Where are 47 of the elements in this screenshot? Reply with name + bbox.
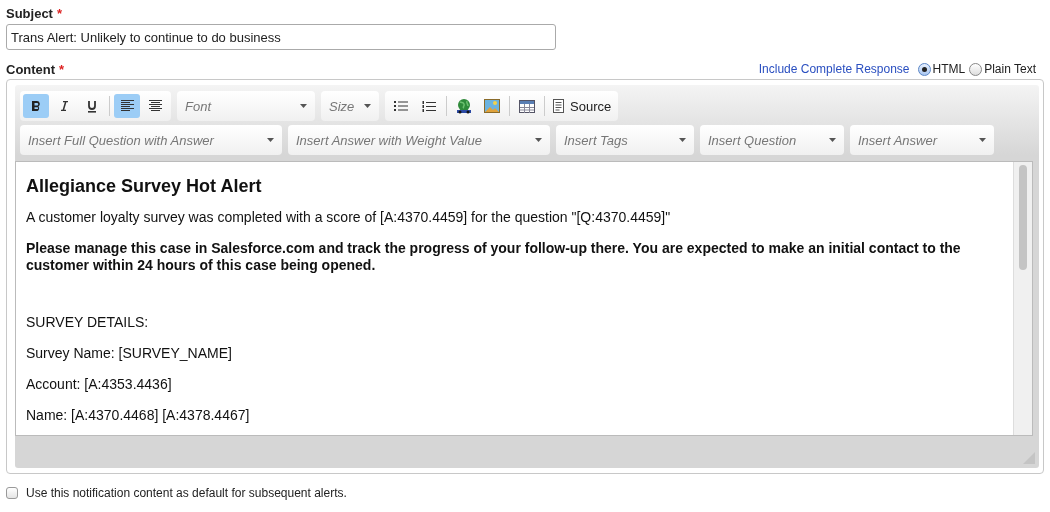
content-paragraph: Account: [A:4353.4436] [26, 376, 173, 393]
caret-icon [300, 104, 307, 108]
required-mark: * [59, 61, 65, 77]
italic-icon [58, 100, 70, 112]
required-mark: * [56, 5, 63, 21]
caret-icon [535, 138, 542, 142]
insert-dropdown[interactable]: Insert Answer [850, 125, 994, 155]
globe-icon [455, 98, 473, 114]
radio-button[interactable] [917, 62, 931, 76]
caret-icon [829, 138, 836, 142]
caret-icon [979, 138, 986, 142]
subject-label: Subject [6, 5, 53, 21]
content-paragraph: SURVEY DETAILS: [26, 314, 150, 331]
content-label: Content [6, 61, 56, 77]
scrollbar[interactable] [1013, 162, 1032, 435]
radio-label: HTML [932, 62, 966, 76]
bold-button[interactable] [23, 94, 49, 118]
insert-dropdown[interactable]: Insert Answer with Weight Value [288, 125, 550, 155]
content-paragraph: Survey Name: [SURVEY_NAME] [26, 345, 233, 362]
subject-field[interactable]: Trans Alert: Unlikely to continue to do business [6, 24, 556, 50]
table-icon [519, 99, 535, 113]
caret-icon [679, 138, 686, 142]
radio-label: Plain Text [984, 62, 1036, 76]
checkbox-label: Use this notification content as default for subsequent alerts. [26, 486, 347, 500]
size-dropdown[interactable]: Size [321, 91, 379, 121]
content-paragraph: Name: [A:4370.4468] [A:4378.4467] [26, 407, 251, 424]
caret-icon [364, 104, 371, 108]
content-paragraph: A customer loyalty survey was completed with a score of [A:4370.4459] for the question "[Q:4370.4459]" [26, 209, 672, 226]
align-center-icon [148, 100, 162, 112]
document-icon [553, 99, 564, 113]
caret-icon [267, 138, 274, 142]
bullet-list-icon [394, 100, 408, 112]
underline-icon [86, 99, 98, 113]
insert-dropdown[interactable]: Insert Tags [556, 125, 694, 155]
bold-icon [30, 100, 42, 112]
content-paragraph: Please manage this case in Salesforce.com and track the progress of your follow-up there. You are expected to make an initial contact to the customer within 24 hours of this case being opened. [26, 240, 962, 274]
radio-button[interactable] [969, 62, 983, 76]
include-response-link[interactable]: Include Complete Response [758, 62, 910, 76]
font-dropdown[interactable]: Font [177, 91, 315, 121]
checkbox[interactable] [6, 487, 18, 499]
align-left-button[interactable] [114, 94, 140, 118]
insert-dropdown[interactable]: Insert Question [700, 125, 844, 155]
insert-dropdown[interactable]: Insert Full Question with Answer [20, 125, 282, 155]
align-left-icon [120, 100, 134, 112]
image-icon [484, 99, 500, 113]
content-heading: Allegiance Survey Hot Alert [26, 176, 263, 197]
numbered-list-icon [422, 99, 436, 113]
